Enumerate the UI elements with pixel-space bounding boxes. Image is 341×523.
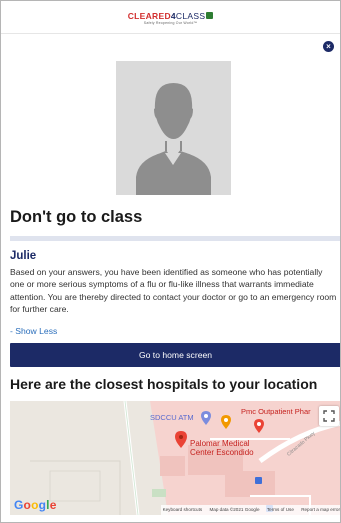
person-silhouette-icon xyxy=(136,83,211,197)
result-title: Don't go to class xyxy=(10,208,143,226)
app-frame: CLEARED4CLASS Safely Reopening Our World… xyxy=(0,0,341,523)
logo-cleared-text: CLEARED xyxy=(127,11,171,21)
terms-of-use-link[interactable]: Terms of Use xyxy=(267,507,294,512)
close-button[interactable]: × xyxy=(323,41,334,52)
avatar-placeholder xyxy=(116,61,231,197)
fullscreen-icon xyxy=(323,410,335,422)
keyboard-shortcuts-link[interactable]: Keyboard shortcuts xyxy=(163,507,203,512)
outpatient-label: Pmc Outpatient Phar xyxy=(241,407,311,416)
report-map-error-link[interactable]: Report a map error xyxy=(301,507,340,512)
logo-tagline: Safely Reopening Our World™ xyxy=(143,21,198,25)
title-divider xyxy=(10,236,340,241)
user-name: Julie xyxy=(10,250,37,262)
hospital-map[interactable]: SDCCU ATM Pmc Outpatient Phar Palomar Me… xyxy=(10,401,340,515)
go-home-button[interactable]: Go to home screen xyxy=(10,343,340,367)
top-bar: CLEARED4CLASS Safely Reopening Our World… xyxy=(1,1,340,34)
palomar-label-line2: Center Escondido xyxy=(190,448,254,457)
cleared4class-logo: CLEARED4CLASS xyxy=(1,11,340,21)
fullscreen-button[interactable] xyxy=(319,406,339,426)
logo-class-text: CLASS xyxy=(175,11,206,21)
atm-label: SDCCU ATM xyxy=(150,413,194,422)
check-icon xyxy=(206,12,214,19)
map-footer: Keyboard shortcuts Map data ©2021 Google… xyxy=(160,505,340,515)
google-logo: Google xyxy=(14,498,57,512)
show-less-link[interactable]: - Show Less xyxy=(10,326,57,336)
palomar-label-line1: Palomar Medical xyxy=(190,439,250,448)
result-message: Based on your answers, you have been ide… xyxy=(10,267,337,315)
map-data-text: Map data ©2021 Google xyxy=(209,507,260,512)
hospitals-title: Here are the closest hospitals to your l… xyxy=(10,376,318,392)
